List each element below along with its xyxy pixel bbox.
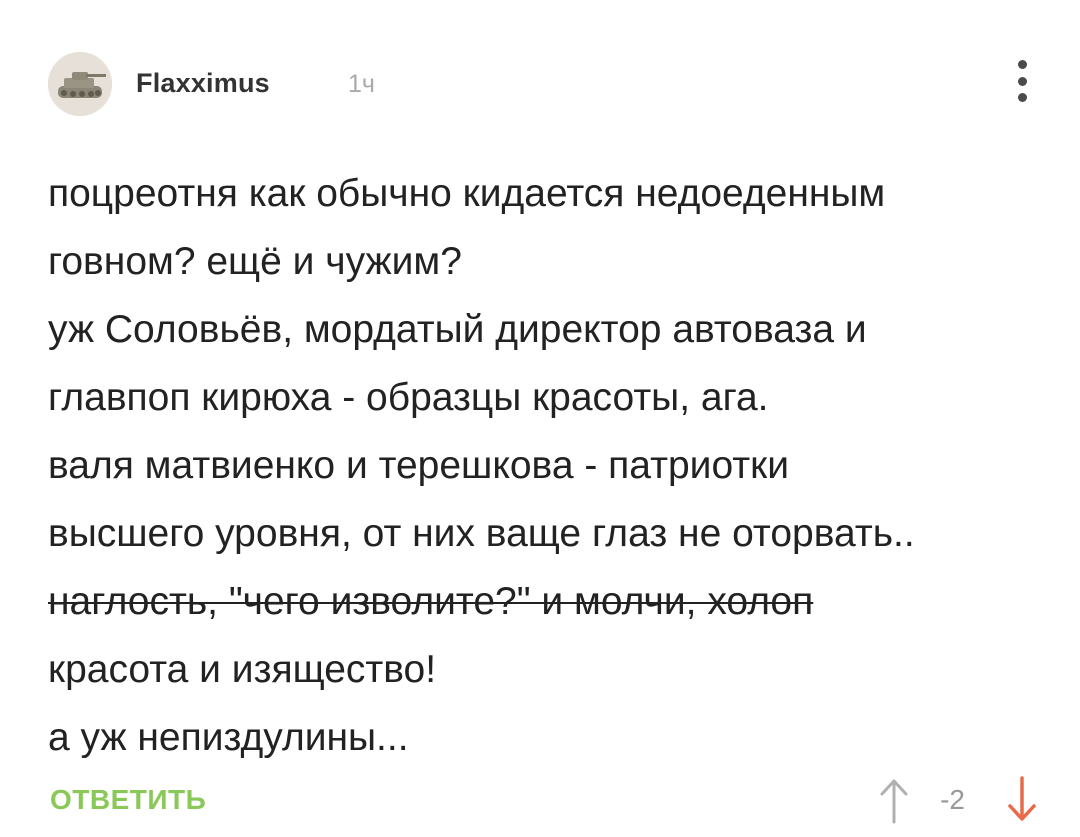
comment-line: поцреотня как обычно кидается недоеденны… xyxy=(48,172,886,215)
vote-score: -2 xyxy=(940,784,965,815)
avatar[interactable] xyxy=(48,52,112,116)
arrow-up-icon[interactable] xyxy=(876,776,912,824)
reply-button[interactable]: ОТВЕТИТЬ xyxy=(50,784,206,816)
comment-line-strikethrough: наглость, "чего изволите?" и молчи, холо… xyxy=(48,580,814,623)
comment-footer: ОТВЕТИТЬ -2 xyxy=(48,770,1040,830)
menu-dot xyxy=(1017,93,1027,102)
tank-avatar-icon xyxy=(48,52,112,116)
menu-dot xyxy=(1017,76,1027,86)
comment-author[interactable]: Flaxximus xyxy=(136,68,270,99)
comment-line: а уж непиздулины... xyxy=(48,716,409,759)
comment-line: валя матвиенко и терешкова - патриотки xyxy=(48,444,789,487)
more-vertical-icon[interactable] xyxy=(1012,60,1032,102)
comment-body: поцреотня как обычно кидается недоеденны… xyxy=(48,160,1058,772)
comment-line: говном? ещё и чужим? xyxy=(48,240,462,283)
comment-line: высшего уровня, от них ваще глаз не отор… xyxy=(48,512,915,555)
comment-line: красота и изящество! xyxy=(48,648,437,691)
comment-time: 1ч xyxy=(348,70,375,98)
arrow-down-icon[interactable] xyxy=(1004,776,1040,824)
comment-line: уж Соловьёв, мордатый директор автоваза … xyxy=(48,308,867,351)
menu-dot xyxy=(1017,60,1027,69)
comment-line: главпоп кирюха - образцы красоты, ага. xyxy=(48,376,769,419)
comment-header: Flaxximus 1ч xyxy=(48,52,1040,116)
